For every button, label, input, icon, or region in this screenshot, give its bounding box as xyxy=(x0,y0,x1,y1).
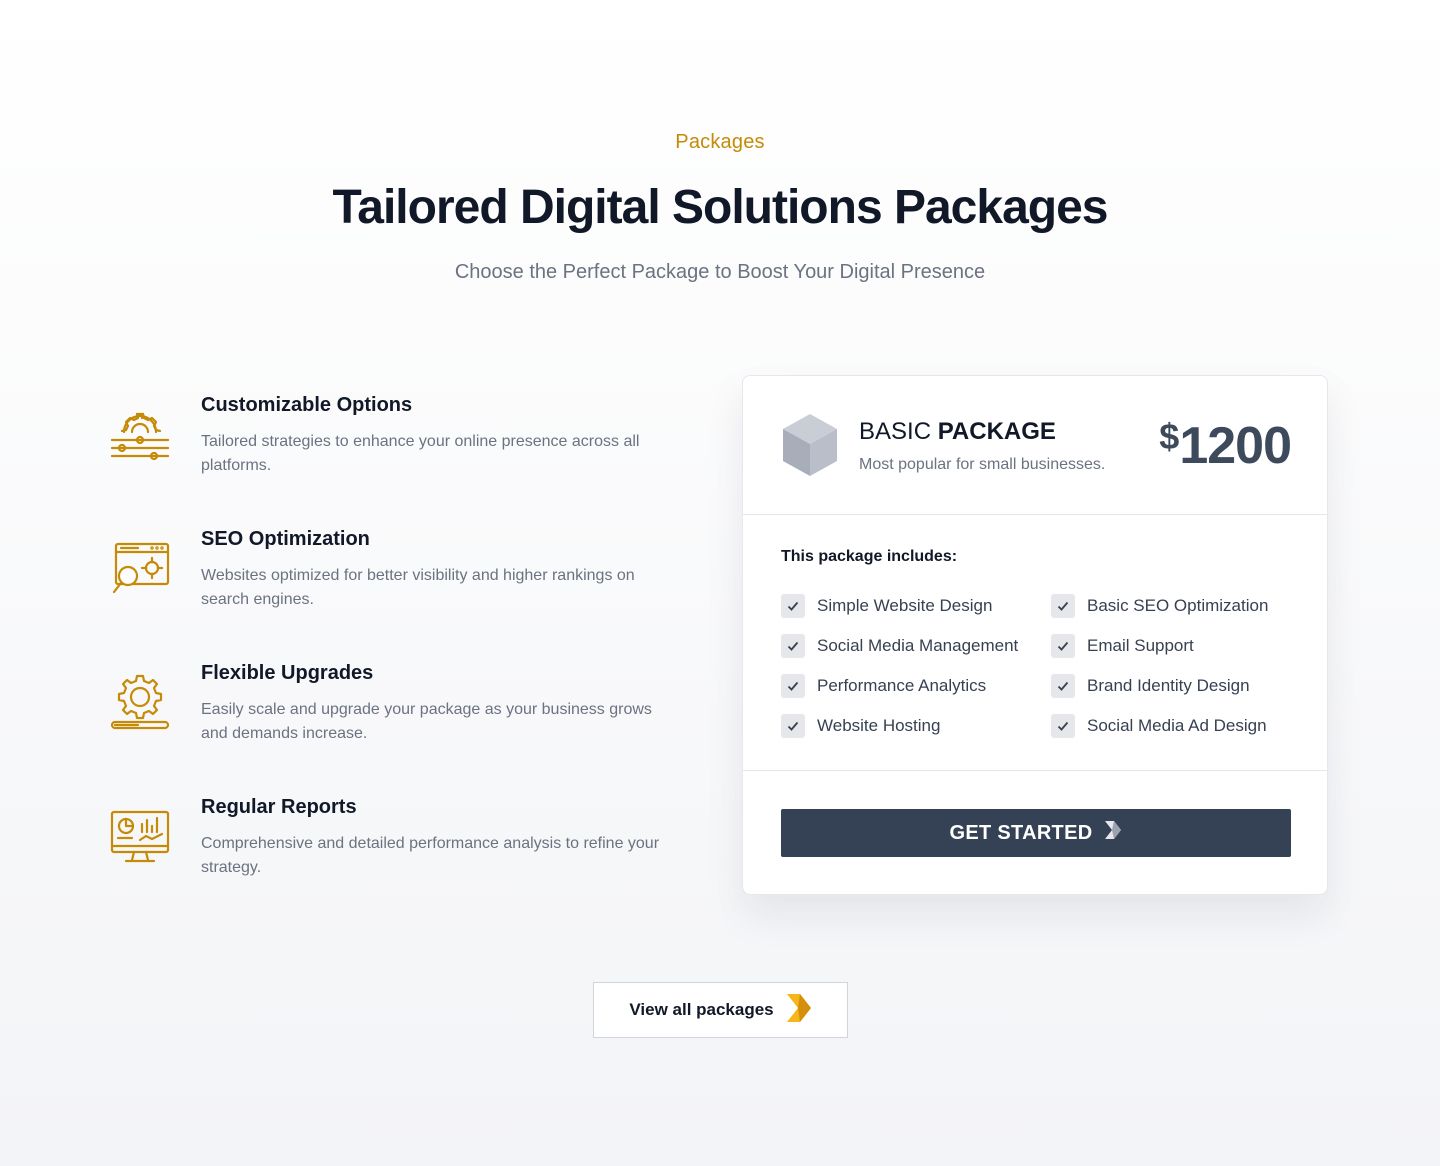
seo-browser-icon xyxy=(108,536,172,600)
check-icon xyxy=(1051,634,1075,658)
feature-text: Comprehensive and detailed performance a… xyxy=(201,835,660,876)
list-item: Simple Website Design xyxy=(781,594,992,618)
cube-icon xyxy=(781,412,839,478)
list-item-label: Website Hosting xyxy=(817,716,941,735)
chevron-right-icon xyxy=(786,993,812,1028)
list-item-label: Simple Website Design xyxy=(817,596,993,615)
list-item-label: Performance Analytics xyxy=(817,676,987,695)
list-item-label: Email Support xyxy=(1087,636,1194,655)
list-item: Email Support xyxy=(1051,634,1194,658)
gear-sliders-icon xyxy=(108,402,172,466)
list-item-label: Basic SEO Optimization xyxy=(1087,596,1269,615)
section-title: Tailored Digital Solutions Packages xyxy=(332,181,1109,234)
check-icon xyxy=(781,634,805,658)
feature-item: Customizable Options Tailored strategies… xyxy=(108,394,668,504)
section-subtitle: Choose the Perfect Package to Boost Your… xyxy=(454,261,986,283)
list-item: Website Hosting xyxy=(781,714,940,738)
get-started-button[interactable]: GET STARTED xyxy=(781,809,1291,857)
price-amount: 1200 xyxy=(1179,417,1292,475)
package-card: BASIC PACKAGE Most popular for small bus… xyxy=(742,375,1329,895)
feature-text: Tailored strategies to enhance your onli… xyxy=(201,433,640,474)
list-item: Social Media Ad Design xyxy=(1051,714,1267,738)
includes-label: This package includes: xyxy=(781,548,958,565)
monitor-chart-icon xyxy=(108,804,172,868)
list-item-label: Social Media Management xyxy=(817,636,1019,655)
package-name-light: BASIC xyxy=(859,418,932,445)
check-icon xyxy=(781,674,805,698)
chevron-right-icon xyxy=(1104,820,1122,846)
list-item: Performance Analytics xyxy=(781,674,986,698)
feature-title: Regular Reports xyxy=(201,796,357,818)
package-card-header: BASIC PACKAGE Most popular for small bus… xyxy=(743,376,1329,515)
section-eyebrow: Packages xyxy=(675,131,765,153)
check-icon xyxy=(1051,714,1075,738)
list-item: Brand Identity Design xyxy=(1051,674,1250,698)
check-icon xyxy=(1051,594,1075,618)
check-icon xyxy=(1051,674,1075,698)
feature-item: Regular Reports Comprehensive and detail… xyxy=(108,796,668,906)
feature-item: Flexible Upgrades Easily scale and upgra… xyxy=(108,662,668,772)
check-icon xyxy=(781,714,805,738)
package-name-bold: PACKAGE xyxy=(937,418,1056,445)
list-item: Basic SEO Optimization xyxy=(1051,594,1268,618)
feature-text: Easily scale and upgrade your package as… xyxy=(201,701,652,742)
feature-title: Customizable Options xyxy=(201,394,413,416)
get-started-label: GET STARTED xyxy=(949,821,1093,844)
package-tagline: Most popular for small businesses. xyxy=(859,456,1106,473)
divider xyxy=(743,770,1329,771)
list-item-label: Social Media Ad Design xyxy=(1087,716,1267,735)
list-item: Social Media Management xyxy=(781,634,1018,658)
view-all-label: View all packages xyxy=(629,1000,774,1019)
feature-item: SEO Optimization Websites optimized for … xyxy=(108,528,668,638)
list-item-label: Brand Identity Design xyxy=(1087,676,1250,695)
check-icon xyxy=(781,594,805,618)
price-currency: $ xyxy=(1159,416,1180,457)
feature-text: Websites optimized for better visibility… xyxy=(201,567,635,608)
package-name: BASIC PACKAGE xyxy=(859,418,1056,446)
feature-title: SEO Optimization xyxy=(201,528,370,550)
view-all-packages-button[interactable]: View all packages xyxy=(593,982,848,1038)
feature-title: Flexible Upgrades xyxy=(201,662,374,684)
gear-progress-icon xyxy=(108,670,172,734)
package-price: $1200 xyxy=(1159,416,1292,476)
